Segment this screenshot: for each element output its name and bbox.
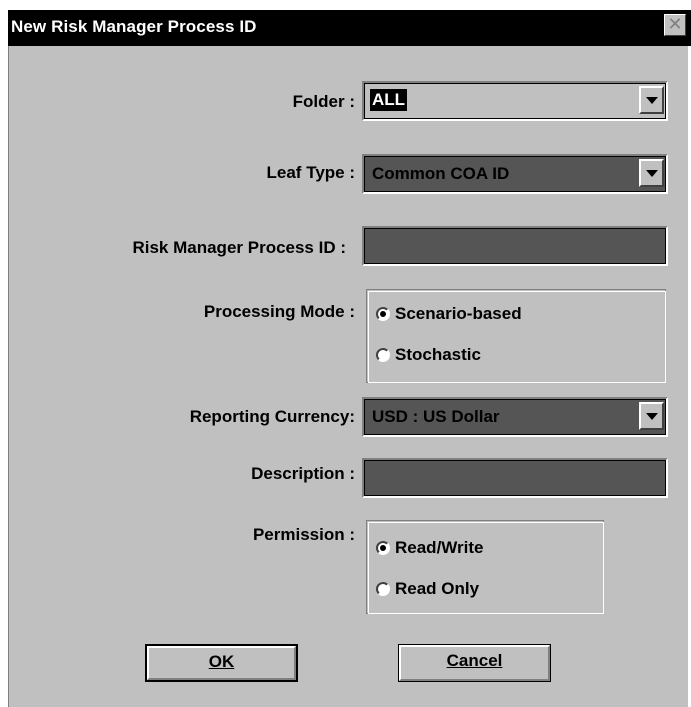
chevron-down-icon[interactable]	[639, 402, 664, 430]
cancel-button[interactable]: Cancel	[398, 644, 551, 682]
description-input[interactable]	[362, 458, 668, 498]
radio-read-write[interactable]: Read/Write	[376, 538, 484, 558]
process-id-input[interactable]	[362, 226, 668, 266]
processing-mode-label: Processing Mode :	[203, 302, 355, 321]
close-button[interactable]: ✕	[664, 14, 686, 36]
permission-label: Permission :	[252, 525, 355, 544]
chevron-down-icon[interactable]	[639, 86, 664, 114]
radio-scenario-based[interactable]: Scenario-based	[376, 304, 522, 324]
leaf-type-label: Leaf Type :	[266, 163, 355, 182]
radio-selected-icon	[376, 307, 390, 321]
window-title: New Risk Manager Process ID	[11, 17, 257, 36]
permission-group	[366, 520, 604, 614]
reporting-currency-combobox[interactable]: USD : US Dollar	[362, 397, 668, 437]
process-id-label: Risk Manager Process ID :	[132, 238, 346, 257]
radio-read-only[interactable]: Read Only	[376, 579, 479, 599]
chevron-down-icon[interactable]	[639, 159, 664, 187]
reporting-currency-label: Reporting Currency:	[189, 407, 355, 426]
leaf-type-value: Common COA ID	[372, 164, 510, 183]
folder-combobox[interactable]: ALL	[362, 81, 668, 121]
close-icon: ✕	[667, 14, 683, 34]
radio-selected-icon	[376, 541, 390, 555]
radio-unselected-icon	[376, 582, 390, 596]
description-label: Description :	[251, 464, 355, 483]
leaf-type-combobox[interactable]: Common COA ID	[362, 154, 668, 194]
folder-value: ALL	[370, 89, 408, 111]
folder-label: Folder :	[292, 92, 355, 111]
ok-button[interactable]: OK	[145, 644, 298, 682]
reporting-currency-value: USD : US Dollar	[372, 407, 500, 426]
radio-stochastic[interactable]: Stochastic	[376, 345, 481, 365]
radio-unselected-icon	[376, 348, 390, 362]
